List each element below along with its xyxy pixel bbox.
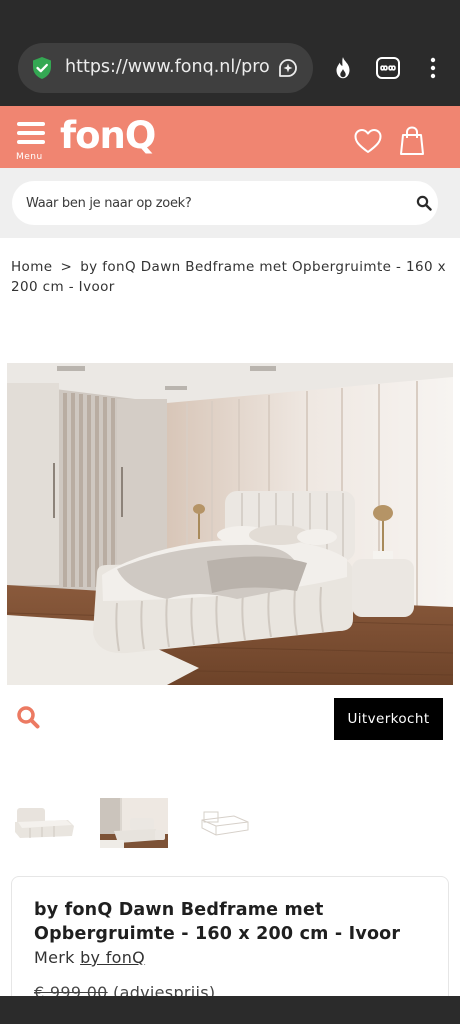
search-icon[interactable] <box>416 195 432 211</box>
product-title: by fonQ Dawn Bedframe met Opbergruimte -… <box>34 900 401 944</box>
breadcrumb-home-link[interactable]: Home <box>11 259 52 275</box>
zoom-search-icon[interactable] <box>16 705 40 729</box>
browser-toolbar: https://www.fonq.nl/prod <box>0 0 460 106</box>
breadcrumb-separator: > <box>60 259 73 275</box>
flame-icon[interactable] <box>330 55 356 81</box>
address-bar[interactable]: https://www.fonq.nl/prod <box>18 43 313 93</box>
site-header: Menu fonQ <box>0 106 460 168</box>
fonq-logo[interactable]: fonQ <box>60 114 156 157</box>
infinity-icon[interactable] <box>375 55 401 81</box>
product-info-card: by fonQ Dawn Bedframe met Opbergruimte -… <box>11 876 449 1016</box>
brand-line: Merk by fonQ <box>34 948 145 967</box>
bed-diagram-thumbnail <box>190 798 258 848</box>
sparkle-icon[interactable] <box>276 56 300 80</box>
bedroom-thumbnail <box>100 798 168 848</box>
menu-label: Menu <box>16 152 43 162</box>
system-nav-bar <box>0 996 460 1024</box>
thumbnail-1[interactable] <box>10 798 78 848</box>
breadcrumb-current: by fonQ Dawn Bedframe met Opbergruimte -… <box>11 259 447 295</box>
menu-bar-icon <box>17 140 45 144</box>
brand-link[interactable]: by fonQ <box>80 948 145 967</box>
heart-icon[interactable] <box>353 126 383 156</box>
more-vert-icon[interactable] <box>420 55 446 81</box>
url-text[interactable]: https://www.fonq.nl/prod <box>65 57 269 77</box>
menu-button[interactable]: Menu <box>16 122 46 164</box>
shopping-bag-icon[interactable] <box>399 126 429 156</box>
bedroom-photo <box>7 363 453 685</box>
menu-bar-icon <box>17 131 45 135</box>
search-box[interactable] <box>12 181 438 225</box>
shield-check-icon[interactable] <box>30 56 54 80</box>
bed-front-thumbnail <box>10 798 78 848</box>
brand-prefix: Merk <box>34 948 75 967</box>
product-main-image[interactable] <box>7 363 453 685</box>
search-section <box>0 168 460 238</box>
thumbnail-3[interactable] <box>190 798 258 848</box>
menu-bar-icon <box>17 122 45 126</box>
sold-out-button[interactable]: Uitverkocht <box>334 698 443 740</box>
thumbnail-2[interactable] <box>100 798 168 848</box>
breadcrumb: Home > by fonQ Dawn Bedframe met Opbergrui… <box>11 257 453 297</box>
search-input[interactable] <box>26 181 406 225</box>
